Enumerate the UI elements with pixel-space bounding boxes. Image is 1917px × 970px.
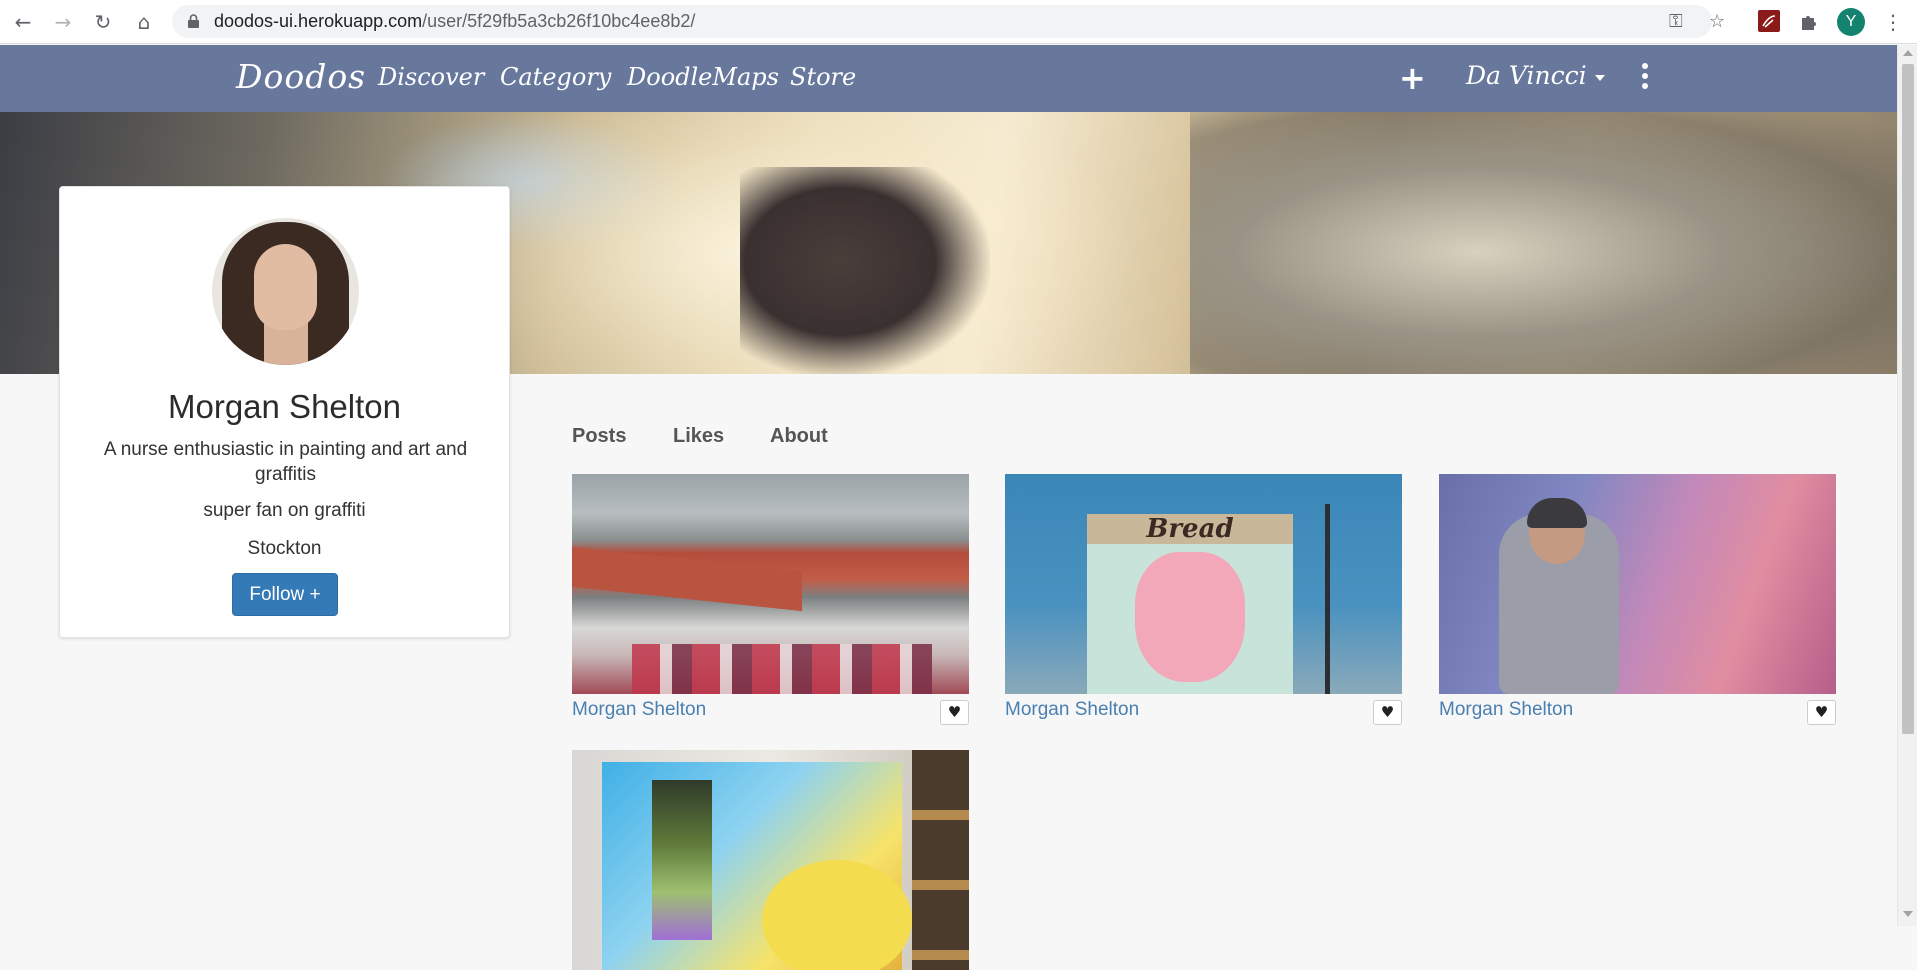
- user-name: Da Vincci: [1466, 61, 1587, 90]
- forward-arrow-icon[interactable]: →: [50, 9, 76, 35]
- home-icon[interactable]: ⌂: [131, 9, 157, 35]
- heart-icon[interactable]: ♥: [1807, 700, 1836, 725]
- site-navbar: Doodos Discover Category DoodleMaps Stor…: [0, 45, 1897, 112]
- url-host: doodos-ui.herokuapp.com: [214, 11, 423, 31]
- caret-down-icon: [1594, 74, 1605, 81]
- url-path: /user/5f29fb5a3cb26f10bc4ee8b2/: [422, 11, 696, 31]
- avatar: [212, 218, 359, 365]
- post-author-link[interactable]: Morgan Shelton: [572, 699, 706, 721]
- address-bar[interactable]: doodos-ui.herokuapp.com/user/5f29fb5a3cb…: [172, 5, 1725, 38]
- url-text: doodos-ui.herokuapp.com/user/5f29fb5a3cb…: [214, 11, 695, 32]
- tab-about[interactable]: About: [770, 425, 828, 448]
- scroll-down-arrow-icon[interactable]: [1903, 911, 1913, 917]
- browser-menu-icon[interactable]: ⋮: [1880, 9, 1906, 35]
- page-scrollbar[interactable]: [1897, 45, 1917, 926]
- extensions-puzzle-icon[interactable]: [1798, 10, 1820, 32]
- browser-toolbar: ← → ↻ ⌂ doodos-ui.herokuapp.com/user/5f2…: [0, 0, 1917, 44]
- brand-logo[interactable]: Doodos: [236, 57, 366, 96]
- post-author-link[interactable]: Morgan Shelton: [1439, 699, 1573, 721]
- post-image[interactable]: [572, 750, 969, 970]
- profile-name: Morgan Shelton: [168, 388, 401, 425]
- back-arrow-icon[interactable]: ←: [10, 9, 36, 35]
- nav-link-doodlemaps[interactable]: DoodleMaps: [627, 63, 779, 91]
- lock-icon: [188, 14, 199, 28]
- nav-link-store[interactable]: Store: [790, 63, 856, 91]
- kebab-menu-icon[interactable]: [1640, 63, 1650, 93]
- scrollbar-thumb[interactable]: [1902, 64, 1914, 734]
- heart-icon[interactable]: ♥: [1373, 700, 1402, 725]
- tab-posts[interactable]: Posts: [572, 425, 626, 448]
- tab-likes[interactable]: Likes: [673, 425, 724, 448]
- nav-link-category[interactable]: Category: [500, 63, 611, 91]
- heart-icon[interactable]: ♥: [940, 700, 969, 725]
- profile-card: Morgan Shelton A nurse enthusiastic in p…: [59, 186, 510, 638]
- post-image[interactable]: [572, 474, 969, 694]
- profile-avatar[interactable]: Y: [1837, 8, 1865, 36]
- post-image[interactable]: Bread: [1005, 474, 1402, 694]
- banner-hero-figure: [740, 167, 990, 374]
- key-icon[interactable]: ⚿: [1669, 13, 1687, 31]
- user-menu-dropdown[interactable]: Da Vincci: [1466, 61, 1605, 90]
- bookmark-star-icon[interactable]: ☆: [1709, 13, 1727, 31]
- nav-link-discover[interactable]: Discover: [378, 63, 484, 91]
- profile-bio: A nurse enthusiastic in painting and art…: [103, 439, 468, 485]
- post-image[interactable]: [1439, 474, 1836, 694]
- banner-armor-giant: [1190, 112, 1897, 374]
- reload-icon[interactable]: ↻: [90, 9, 116, 35]
- profile-location: Stockton: [247, 538, 322, 559]
- post-author-link[interactable]: Morgan Shelton: [1005, 699, 1139, 721]
- plus-icon[interactable]: +: [1399, 59, 1426, 97]
- profile-tagline: super fan on graffiti: [203, 500, 366, 521]
- follow-button[interactable]: Follow +: [232, 573, 338, 616]
- scroll-up-arrow-icon[interactable]: [1903, 50, 1913, 56]
- pdf-extension-icon[interactable]: [1758, 10, 1780, 32]
